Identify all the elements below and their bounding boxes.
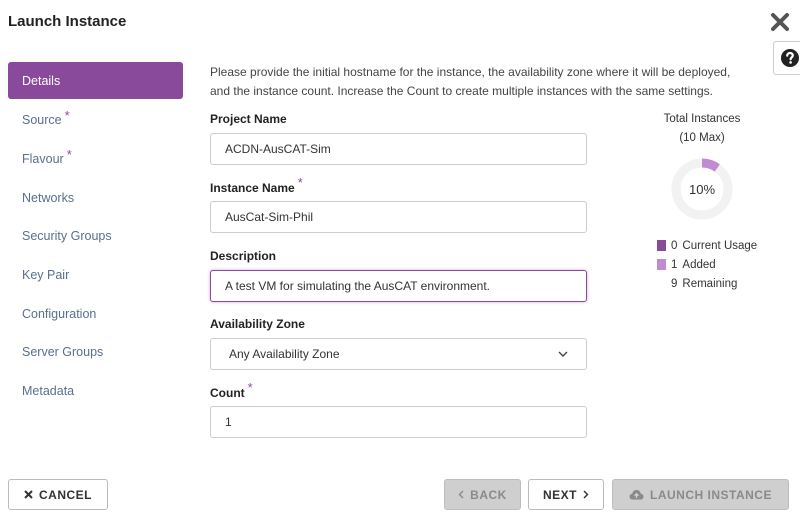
- legend-current-value: 0: [671, 239, 678, 252]
- times-icon: [24, 490, 33, 499]
- chart-title: Total Instances: [663, 113, 741, 125]
- chevron-right-icon: [583, 490, 589, 499]
- nav-item-label: Security Groups: [22, 229, 112, 244]
- legend-current-label: Current Usage: [682, 239, 758, 252]
- question-circle-icon: [780, 49, 799, 67]
- nav-item-server-groups[interactable]: Server Groups: [8, 333, 183, 372]
- intro-line: and the instance count. Increase the Cou…: [210, 84, 713, 98]
- nav-item-label: Metadata: [22, 384, 75, 399]
- required-marker: *: [297, 175, 303, 190]
- intro-line: Please provide the initial hostname for …: [210, 65, 731, 79]
- cancel-button[interactable]: CANCEL: [8, 479, 108, 510]
- cloud-upload-icon: [629, 490, 644, 500]
- close-icon: [771, 13, 789, 31]
- close-button[interactable]: [769, 11, 791, 33]
- legend-swatch-current: [657, 240, 666, 251]
- instance-name-input[interactable]: [210, 201, 587, 233]
- dialog-title: Launch Instance: [8, 13, 127, 30]
- nav-item-label: Key Pair: [22, 268, 70, 283]
- instance-name-label: Instance Name: [210, 181, 295, 195]
- total-instances-chart: Total Instances (10 Max) 10%: [650, 110, 754, 221]
- nav-item-label: Flavour: [22, 152, 64, 167]
- availability-zone-select[interactable]: Any Availability Zone: [210, 338, 587, 370]
- nav-item-flavour[interactable]: Flavour *: [8, 140, 183, 179]
- nav-item-metadata[interactable]: Metadata: [8, 372, 183, 411]
- chevron-down-icon: [558, 351, 568, 357]
- quota-donut: 10%: [670, 157, 734, 221]
- nav-item-key-pair[interactable]: Key Pair: [8, 256, 183, 295]
- description-input[interactable]: [210, 270, 587, 302]
- nav-item-security-groups[interactable]: Security Groups: [8, 217, 183, 256]
- legend-remaining-value: 9: [671, 277, 678, 290]
- nav-item-configuration[interactable]: Configuration: [8, 294, 183, 333]
- legend-remaining-label: Remaining: [682, 277, 738, 290]
- legend-swatch-remaining: [657, 278, 666, 289]
- legend-added: 1 Added: [657, 255, 757, 274]
- intro-text: Please provide the initial hostname for …: [210, 63, 770, 101]
- legend-added-value: 1: [671, 258, 678, 271]
- count-input[interactable]: [210, 406, 587, 438]
- required-marker: *: [66, 146, 72, 162]
- project-name-input[interactable]: [210, 133, 587, 165]
- project-name-label: Project Name: [210, 112, 287, 126]
- donut-percent-label: 10%: [688, 181, 716, 197]
- nav-item-source[interactable]: Source *: [8, 101, 183, 140]
- instance-name-label-row: Instance Name *: [210, 175, 303, 195]
- nav-item-label: Details: [22, 73, 61, 88]
- launch-instance-button[interactable]: LAUNCH INSTANCE: [612, 479, 789, 510]
- legend-current-usage: 0 Current Usage: [657, 236, 757, 255]
- chart-subtitle: (10 Max): [679, 132, 725, 144]
- back-label: BACK: [470, 487, 507, 502]
- legend-added-label: Added: [682, 258, 716, 271]
- nav-item-networks[interactable]: Networks: [8, 178, 183, 217]
- required-marker: *: [64, 107, 70, 123]
- quota-legend: 0 Current Usage 1 Added 9 Remaining: [657, 236, 757, 293]
- nav-item-label: Source: [22, 113, 62, 128]
- count-label-row: Count *: [210, 380, 253, 400]
- nav-item-label: Networks: [22, 190, 75, 205]
- availability-zone-selected: Any Availability Zone: [229, 347, 340, 361]
- launch-label: LAUNCH INSTANCE: [650, 487, 772, 502]
- next-label: NEXT: [542, 487, 577, 502]
- cancel-label: CANCEL: [39, 487, 92, 502]
- wizard-steps-nav: Details Source * Flavour * Networks Secu…: [8, 62, 183, 411]
- legend-remaining: 9 Remaining: [657, 274, 757, 293]
- required-marker: *: [247, 380, 253, 395]
- legend-swatch-added: [657, 259, 666, 270]
- nav-item-label: Server Groups: [22, 345, 104, 360]
- availability-zone-label: Availability Zone: [210, 317, 305, 331]
- count-label: Count: [210, 386, 245, 400]
- chevron-left-icon: [458, 490, 464, 499]
- nav-item-label: Configuration: [22, 306, 97, 321]
- next-button[interactable]: NEXT: [528, 479, 604, 510]
- help-button[interactable]: [773, 41, 800, 75]
- description-label: Description: [210, 249, 277, 263]
- nav-item-details[interactable]: Details: [8, 62, 183, 99]
- back-button[interactable]: BACK: [444, 479, 521, 510]
